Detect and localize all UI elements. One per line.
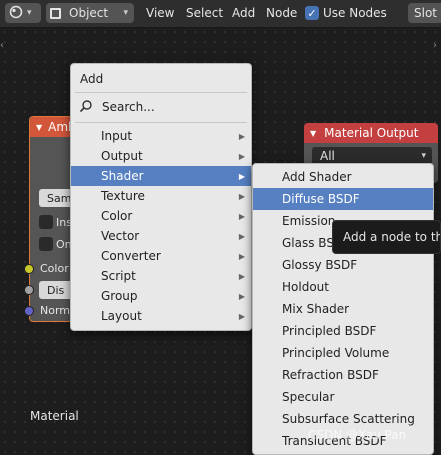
use-nodes-toggle[interactable]: ✓ Use Nodes	[305, 6, 387, 20]
submenu-arrow-icon: ▶	[238, 291, 245, 301]
add-menu-item-output[interactable]: Output ▶	[71, 146, 251, 166]
menu-item-label: Output	[101, 149, 143, 163]
shader-item-holdout[interactable]: Holdout	[253, 276, 433, 298]
submenu-arrow-icon: ▶	[238, 151, 245, 161]
object-mode-dropdown[interactable]: Object ▾	[46, 3, 134, 23]
chevron-down-icon: ▾	[421, 151, 426, 161]
shader-item-principled-bsdf[interactable]: Principled BSDF	[253, 320, 433, 342]
node-header[interactable]: ▼ Material Output	[304, 123, 438, 143]
target-label: All	[320, 149, 335, 163]
menu-item-label: Script	[101, 269, 136, 283]
add-menu-item-group[interactable]: Group ▶	[71, 286, 251, 306]
submenu-arrow-icon: ▶	[238, 271, 245, 281]
chevron-left-icon[interactable]: ‹	[0, 40, 4, 51]
collapse-arrow-icon[interactable]: ▼	[36, 123, 42, 132]
search-icon	[79, 99, 93, 116]
use-nodes-label: Use Nodes	[323, 6, 387, 20]
menu-item-label: Glossy BSDF	[282, 258, 358, 272]
normal-input-socket[interactable]	[24, 306, 34, 316]
tooltip-text: Add a node to the a	[343, 230, 440, 244]
add-menu-item-input[interactable]: Input ▶	[71, 126, 251, 146]
slot-dropdown[interactable]: Slot	[408, 3, 441, 23]
menu-item-label: Converter	[101, 249, 161, 263]
add-menu-item-texture[interactable]: Texture ▶	[71, 186, 251, 206]
menu-node[interactable]: Node	[266, 6, 297, 20]
shader-item-mix-shader[interactable]: Mix Shader	[253, 298, 433, 320]
submenu-arrow-icon: ▶	[238, 191, 245, 201]
inside-checkbox[interactable]	[39, 215, 53, 229]
menu-view[interactable]: View	[146, 6, 174, 20]
menu-item-label: Emission	[282, 214, 336, 228]
material-canvas-label: Material	[30, 409, 79, 423]
shader-item-add-shader[interactable]: Add Shader	[253, 166, 433, 188]
menu-select[interactable]: Select	[186, 6, 223, 20]
chevron-down-icon: ▾	[27, 8, 32, 18]
shader-item-specular[interactable]: Specular	[253, 386, 433, 408]
add-menu-item-vector[interactable]: Vector ▶	[71, 226, 251, 246]
distance-label: Dis	[47, 283, 65, 297]
object-icon	[50, 7, 61, 19]
submenu-arrow-icon: ▶	[238, 131, 245, 141]
shader-item-glossy-bsdf[interactable]: Glossy BSDF	[253, 254, 433, 276]
search-field[interactable]: Search...	[71, 97, 251, 117]
distance-input-socket[interactable]	[24, 285, 34, 295]
shader-item-refraction-bsdf[interactable]: Refraction BSDF	[253, 364, 433, 386]
editor-header: ▾ Object ▾ View Select Add Node ✓ Use No…	[0, 0, 441, 28]
collapse-arrow-icon[interactable]: ▼	[310, 129, 316, 138]
object-mode-label: Object	[69, 6, 109, 20]
color-socket-label: Color	[40, 262, 69, 275]
menu-item-label: Layout	[101, 309, 142, 323]
menu-item-label: Mix Shader	[282, 302, 350, 316]
menu-add[interactable]: Add	[232, 6, 255, 20]
only-local-checkbox[interactable]	[39, 237, 53, 251]
menu-title: Add	[80, 72, 104, 86]
shader-item-subsurface-scattering[interactable]: Subsurface Scattering	[253, 408, 433, 430]
shader-item-principled-volume[interactable]: Principled Volume	[253, 342, 433, 364]
menu-item-label: Input	[101, 129, 133, 143]
submenu-arrow-icon: ▶	[238, 211, 245, 221]
add-menu-item-layout[interactable]: Layout ▶	[71, 306, 251, 326]
submenu-arrow-icon: ▶	[238, 171, 245, 181]
tooltip: Add a node to the a	[332, 220, 441, 254]
add-menu-item-color[interactable]: Color ▶	[71, 206, 251, 226]
shader-submenu: Add Shader Diffuse BSDF Emission Glass BSDF…	[252, 163, 434, 455]
checkmark-icon: ✓	[305, 6, 319, 20]
node-title: Material Output	[324, 126, 419, 140]
menu-item-label: Principled Volume	[282, 346, 390, 360]
add-menu-item-script[interactable]: Script ▶	[71, 266, 251, 286]
menu-item-label: Principled BSDF	[282, 324, 377, 338]
menu-item-label: Shader	[101, 169, 144, 183]
submenu-arrow-icon: ▶	[238, 311, 245, 321]
node-editor-icon	[9, 5, 23, 22]
submenu-arrow-icon: ▶	[238, 231, 245, 241]
add-menu-item-shader[interactable]: Shader ▶	[71, 166, 251, 186]
menu-item-label: Diffuse BSDF	[282, 192, 360, 206]
slot-label: Slot	[414, 6, 437, 20]
shader-item-diffuse-bsdf[interactable]: Diffuse BSDF	[253, 188, 433, 210]
add-menu: Add Search... Input ▶ Output ▶ Shader ▶ Textur…	[70, 63, 252, 331]
color-input-socket[interactable]	[24, 264, 34, 274]
menu-item-label: Refraction BSDF	[282, 368, 379, 382]
menu-item-label: Color	[101, 209, 133, 223]
watermark: CSDN @Xav Pan	[308, 428, 407, 442]
menu-item-label: Add Shader	[282, 170, 352, 184]
add-menu-item-converter[interactable]: Converter ▶	[71, 246, 251, 266]
chevron-down-icon: ▾	[123, 8, 128, 18]
search-label: Search...	[102, 100, 155, 114]
menu-item-label: Subsurface Scattering	[282, 412, 415, 426]
samples-label: Sam	[47, 191, 72, 205]
menu-item-label: Texture	[101, 189, 145, 203]
menu-item-label: Group	[101, 289, 138, 303]
editor-type-button[interactable]: ▾	[5, 3, 41, 23]
menu-item-label: Vector	[101, 229, 140, 243]
chevron-right-icon[interactable]: ›	[433, 40, 437, 51]
submenu-arrow-icon: ▶	[238, 251, 245, 261]
menu-item-label: Specular	[282, 390, 335, 404]
menu-item-label: Holdout	[282, 280, 329, 294]
